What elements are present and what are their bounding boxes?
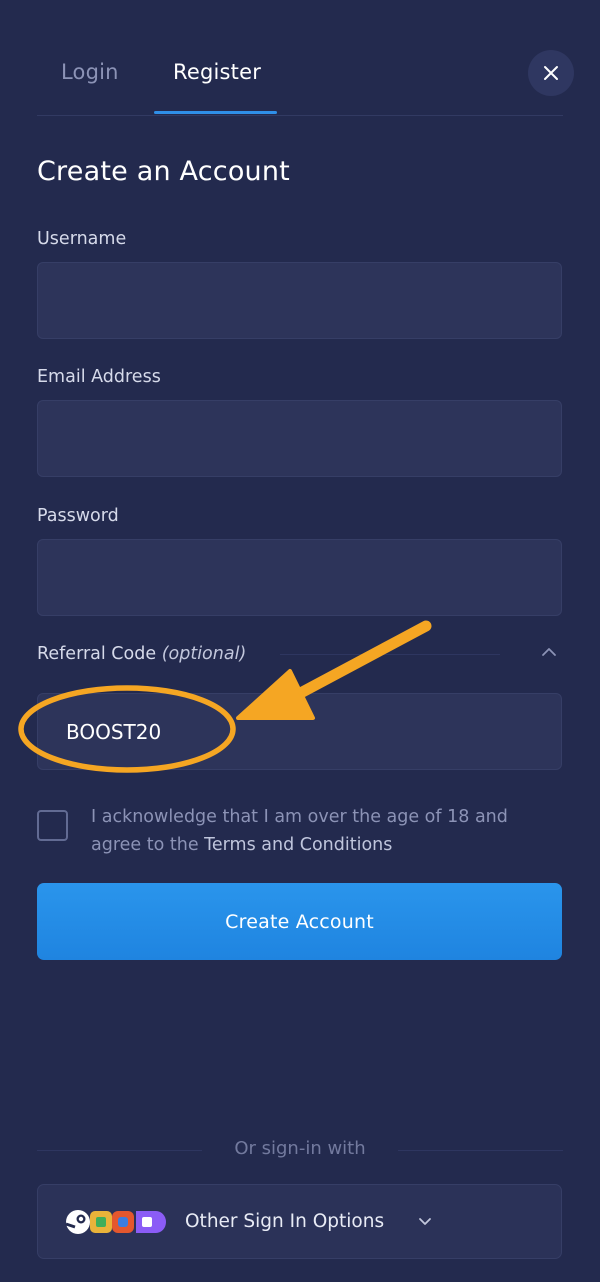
referral-label: Referral Code (optional) [37, 644, 246, 664]
chevron-down-icon [419, 1218, 431, 1225]
chevron-up-icon[interactable] [540, 646, 558, 658]
sign-in-divider: Or sign-in with [37, 1138, 563, 1162]
tab-login[interactable]: Login [61, 60, 119, 84]
username-label: Username [37, 229, 127, 249]
other-sign-in-options-button[interactable]: Other Sign In Options [37, 1184, 562, 1259]
password-label: Password [37, 506, 119, 526]
close-icon [544, 66, 558, 80]
steam-icon [65, 1210, 90, 1234]
other-sign-in-options-label: Other Sign In Options [185, 1211, 385, 1232]
email-label: Email Address [37, 367, 161, 387]
email-field[interactable] [37, 400, 562, 477]
close-button[interactable] [528, 50, 574, 96]
auth-tabs: Login Register [37, 0, 563, 116]
email-input[interactable] [66, 426, 533, 451]
provider-icon [90, 1211, 112, 1233]
provider-icon [112, 1211, 134, 1233]
terms-link[interactable]: Terms and Conditions [204, 835, 392, 855]
divider-line-right [398, 1150, 563, 1151]
referral-code-field[interactable]: BOOST20 [37, 693, 562, 770]
username-field[interactable] [37, 262, 562, 339]
tab-register[interactable]: Register [173, 60, 261, 84]
username-input[interactable] [66, 288, 533, 313]
active-tab-indicator [154, 111, 277, 114]
password-field[interactable] [37, 539, 562, 616]
page-title: Create an Account [37, 156, 290, 187]
referral-divider [280, 654, 500, 655]
referral-optional-text: (optional) [161, 644, 247, 664]
referral-code-value[interactable]: BOOST20 [66, 720, 161, 744]
referral-label-text: Referral Code [37, 644, 157, 664]
terms-checkbox[interactable] [37, 810, 68, 841]
password-input[interactable] [66, 565, 533, 590]
provider-icon [136, 1211, 166, 1233]
sign-in-providers-icon [65, 1210, 166, 1234]
terms-text: I acknowledge that I am over the age of … [91, 803, 541, 859]
create-account-button[interactable]: Create Account [37, 883, 562, 960]
or-sign-in-text: Or sign-in with [234, 1138, 366, 1159]
